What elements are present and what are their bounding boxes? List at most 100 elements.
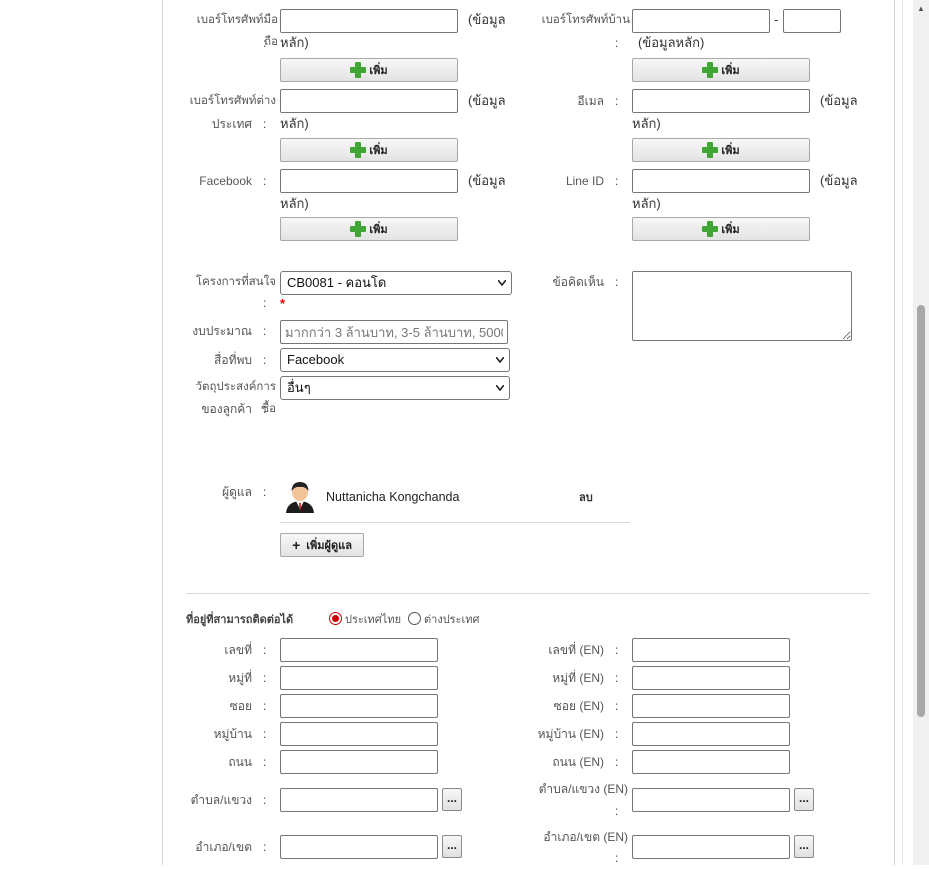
budget-colon: :: [263, 324, 267, 338]
add-facebook-button[interactable]: เพิ่ม: [280, 217, 458, 241]
intl-phone-primary-note: (ข้อมูล: [468, 93, 506, 108]
radio-foreign[interactable]: [408, 612, 421, 625]
owner-name: Nuttanicha Kongchanda: [326, 490, 460, 504]
address-village-en-label: หมู่บ้าน (EN): [537, 727, 604, 741]
address-no-en-input[interactable]: [632, 638, 790, 662]
address-subdistrict-label: ตำบล/แขวง: [190, 793, 252, 807]
user-avatar-icon: [286, 482, 314, 513]
address-soi-label: ซอย: [229, 699, 252, 713]
add-owner-button[interactable]: + เพิ่มผู้ดูแล: [280, 533, 364, 557]
address-moo-colon: :: [263, 671, 267, 685]
section-divider: [186, 593, 870, 594]
address-subdistrict-en-label: ตำบล/แขวง (EN): [538, 782, 628, 796]
purpose-select[interactable]: อื่นๆ: [280, 376, 510, 400]
facebook-input[interactable]: [280, 169, 458, 193]
plus-icon: [702, 142, 719, 158]
intl-phone-label-2: ประเทศ: [211, 117, 252, 131]
intl-phone-colon: :: [263, 117, 267, 131]
subdistrict-lookup-button[interactable]: ...: [442, 788, 462, 811]
plus-icon: [350, 142, 367, 158]
comment-label: ข้อคิดเห็น: [552, 275, 604, 289]
address-road-en-input[interactable]: [632, 750, 790, 774]
address-soi-colon: :: [263, 699, 267, 713]
address-district-colon: :: [263, 840, 267, 854]
owner-divider: [280, 522, 630, 523]
address-section-label: ที่อยู่ที่สามารถติดต่อได้: [186, 614, 294, 626]
budget-input[interactable]: [280, 320, 508, 344]
facebook-primary-note-2: หลัก): [280, 196, 309, 211]
address-village-en-colon: :: [615, 727, 619, 741]
address-road-input[interactable]: [280, 750, 438, 774]
add-email-button[interactable]: เพิ่ม: [632, 138, 810, 162]
address-road-en-colon: :: [615, 755, 619, 769]
intl-phone-primary-note-2: หลัก): [280, 116, 309, 131]
purpose-select-value: อื่นๆ: [287, 380, 311, 395]
mobile-primary-note-2: หลัก): [280, 35, 309, 50]
email-input[interactable]: [632, 89, 810, 113]
home-phone-input[interactable]: [632, 9, 770, 33]
line-id-colon: :: [615, 174, 619, 188]
address-subdistrict-en-colon: :: [615, 804, 619, 818]
district-en-lookup-button[interactable]: ...: [794, 835, 814, 858]
address-soi-en-input[interactable]: [632, 694, 790, 718]
home-phone-dash: -: [774, 12, 779, 27]
source-colon: :: [263, 353, 267, 367]
line-id-input[interactable]: [632, 169, 810, 193]
address-no-input[interactable]: [280, 638, 438, 662]
intl-phone-input[interactable]: [280, 89, 458, 113]
plus-icon: [702, 221, 719, 237]
district-lookup-button[interactable]: ...: [442, 835, 462, 858]
address-village-label: หมู่บ้าน: [213, 727, 252, 741]
scrollbar-thumb[interactable]: [917, 305, 925, 717]
comment-textarea[interactable]: [632, 271, 852, 341]
add-email-label: เพิ่ม: [721, 145, 740, 157]
project-select[interactable]: CB0081 - คอนโด: [280, 271, 512, 295]
address-district-en-input[interactable]: [632, 835, 790, 859]
purpose-label-2: ของลูกค้า: [201, 402, 252, 416]
project-select-value: CB0081 - คอนโด: [287, 275, 387, 290]
address-district-input[interactable]: [280, 835, 438, 859]
address-moo-en-input[interactable]: [632, 666, 790, 690]
add-mobile-button[interactable]: เพิ่ม: [280, 58, 458, 82]
mobile-colon: :: [263, 36, 267, 50]
add-line-id-label: เพิ่ม: [721, 224, 740, 236]
source-select[interactable]: Facebook: [280, 348, 510, 372]
address-village-en-input[interactable]: [632, 722, 790, 746]
vertical-scrollbar[interactable]: ▲: [913, 0, 929, 865]
address-subdistrict-en-input[interactable]: [632, 788, 790, 812]
comment-colon: :: [615, 275, 619, 289]
address-village-input[interactable]: [280, 722, 438, 746]
owner-delete-link[interactable]: ลบ: [579, 487, 593, 509]
radio-thailand-label: ประเทศไทย: [345, 614, 402, 626]
mobile-primary-note: (ข้อมูล: [468, 12, 506, 27]
subdistrict-en-lookup-button[interactable]: ...: [794, 788, 814, 811]
mobile-input[interactable]: [280, 9, 458, 33]
address-moo-input[interactable]: [280, 666, 438, 690]
add-intl-phone-button[interactable]: เพิ่ม: [280, 138, 458, 162]
project-label: โครงการที่สนใจ: [195, 276, 276, 288]
facebook-label: Facebook: [199, 174, 252, 188]
email-label: อีเมล: [577, 94, 604, 108]
scroll-up-arrow-icon[interactable]: ▲: [913, 0, 929, 16]
add-home-phone-button[interactable]: เพิ่ม: [632, 58, 810, 82]
address-district-label: อำเภอ/เขต: [195, 840, 252, 854]
address-subdistrict-colon: :: [263, 793, 267, 807]
panel-border-right: [894, 0, 895, 865]
project-colon: :: [263, 296, 267, 310]
home-phone-ext-input[interactable]: [783, 9, 841, 33]
address-no-colon: :: [263, 643, 267, 657]
address-subdistrict-input[interactable]: [280, 788, 438, 812]
radio-thailand[interactable]: [329, 612, 342, 625]
source-select-value: Facebook: [287, 352, 345, 367]
address-no-en-colon: :: [615, 643, 619, 657]
address-soi-input[interactable]: [280, 694, 438, 718]
address-road-colon: :: [263, 755, 267, 769]
home-phone-primary-note: (ข้อมูลหลัก): [638, 35, 705, 50]
add-line-id-button[interactable]: เพิ่ม: [632, 217, 810, 241]
address-moo-label: หมู่ที่: [228, 671, 252, 685]
address-road-label: ถนน: [228, 755, 252, 769]
plus-icon: [702, 62, 719, 78]
address-road-en-label: ถนน (EN): [552, 755, 604, 769]
add-intl-phone-label: เพิ่ม: [369, 145, 388, 157]
add-mobile-label: เพิ่ม: [369, 65, 388, 77]
